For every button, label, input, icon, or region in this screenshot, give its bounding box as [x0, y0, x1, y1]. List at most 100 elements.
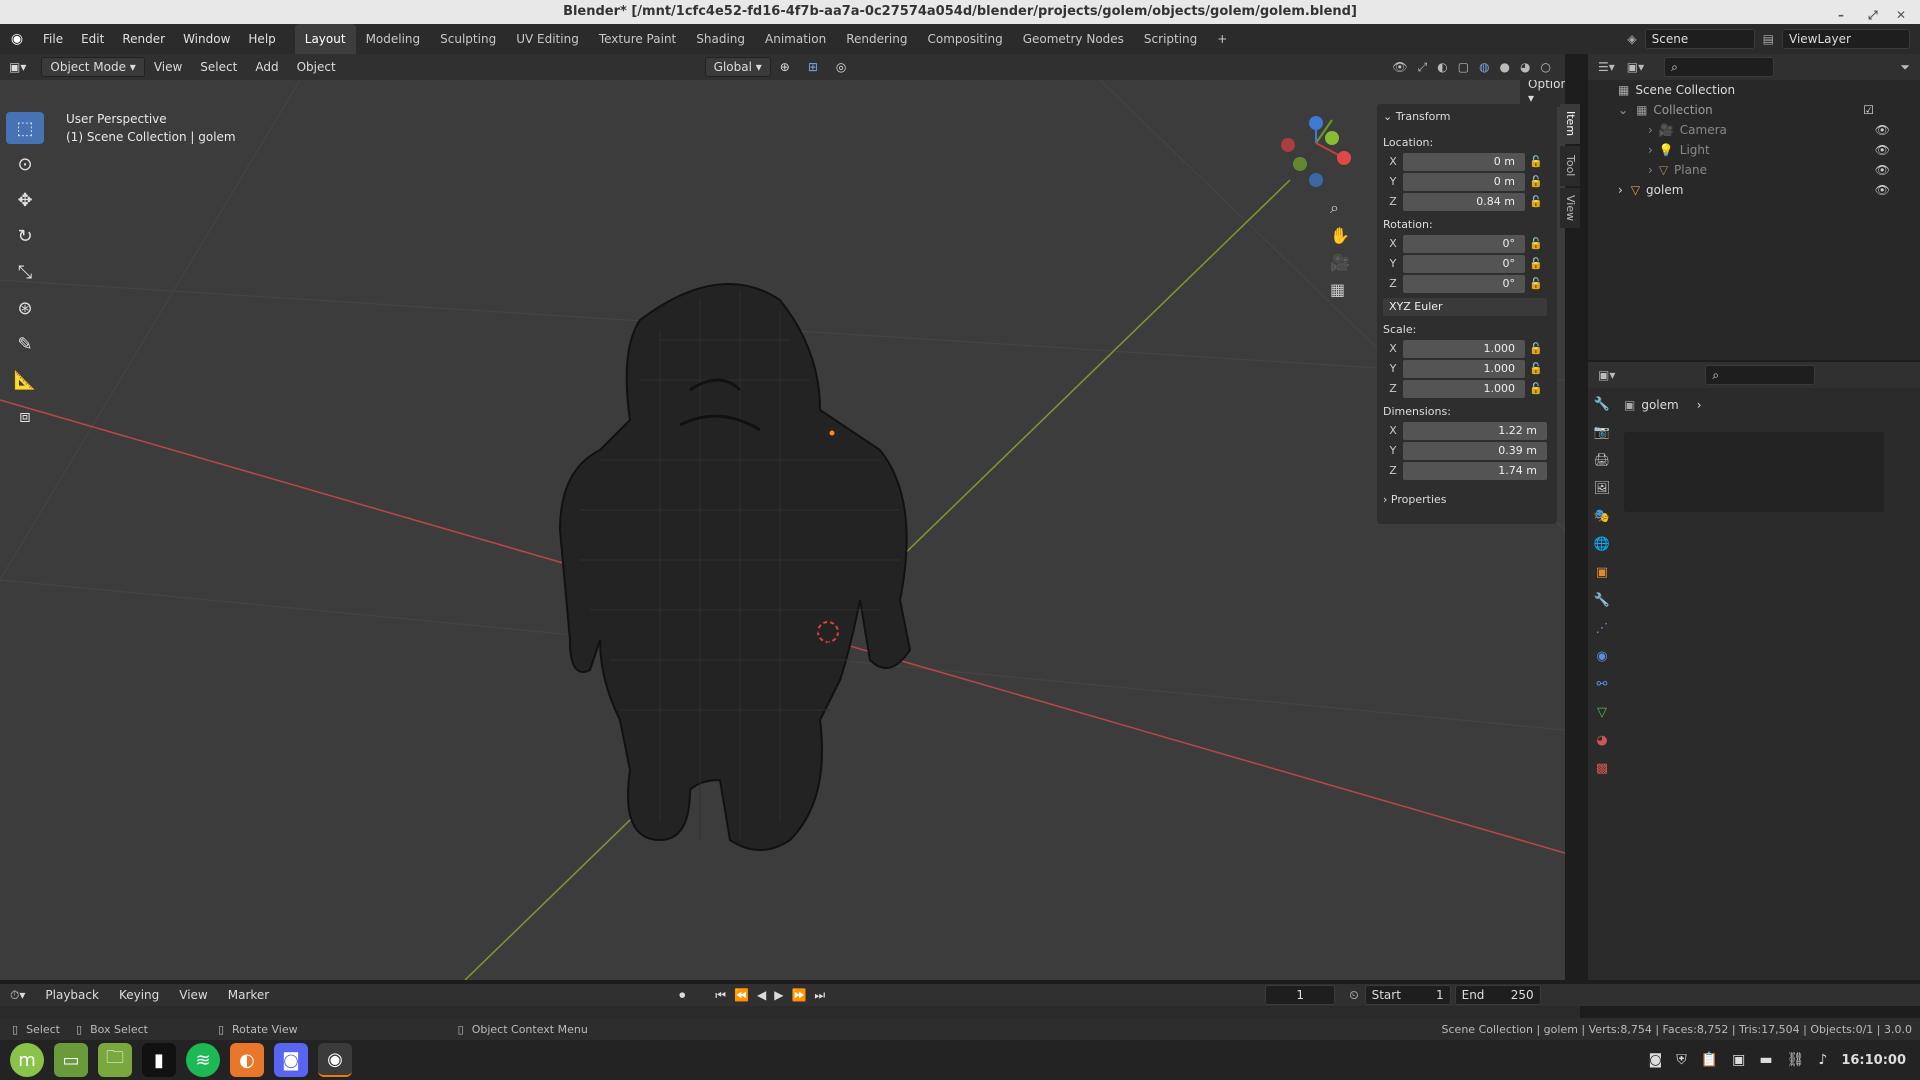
lock-icon[interactable]: 🔓	[1525, 237, 1547, 250]
rendered-shading-icon[interactable]: ○	[1541, 60, 1551, 75]
properties-search-input[interactable]: ⌕	[1705, 365, 1816, 385]
lock-icon[interactable]: 🔓	[1525, 342, 1547, 355]
lock-icon[interactable]: 🔓	[1525, 155, 1547, 168]
add-cube-tool-icon[interactable]: ⧈	[6, 400, 44, 432]
rotation-mode-dropdown[interactable]: XYZ Euler	[1383, 297, 1547, 316]
updates-icon[interactable]: ▣	[1732, 1052, 1745, 1068]
clipboard-icon[interactable]: 📋	[1701, 1052, 1718, 1068]
end-frame-field[interactable]: End 250	[1454, 985, 1541, 1005]
golem-mesh[interactable]	[558, 283, 912, 851]
record-icon[interactable]: ⏺	[679, 988, 685, 1003]
3d-viewport[interactable]: User Perspective (1) Scene Collection | …	[0, 80, 1565, 980]
tab-scripting[interactable]: Scripting	[1134, 24, 1207, 54]
proportional-edit-icon[interactable]: ◎	[827, 60, 855, 74]
rotate-tool-icon[interactable]: ↻	[6, 220, 44, 252]
eye-icon[interactable]: 👁	[1875, 140, 1890, 160]
rotation-y-field[interactable]: 0°	[1403, 254, 1525, 273]
material-shading-icon[interactable]: ◕	[1520, 60, 1530, 75]
physics-props-icon[interactable]: ◉	[1588, 642, 1616, 670]
menu-object[interactable]: Object	[288, 60, 345, 74]
menu-timeline-view[interactable]: View	[169, 988, 217, 1002]
tab-animation[interactable]: Animation	[755, 24, 836, 54]
object-props-icon[interactable]: ▣	[1588, 558, 1616, 586]
cursor-tool-icon[interactable]: ⊙	[6, 148, 44, 180]
lock-icon[interactable]: 🔓	[1525, 257, 1547, 270]
options-dropdown[interactable]: Options ▾	[1520, 80, 1565, 107]
modifier-props-icon[interactable]: 🔧	[1588, 586, 1616, 614]
menu-marker[interactable]: Marker	[218, 988, 279, 1002]
menu-edit[interactable]: Edit	[72, 32, 113, 46]
transform-header[interactable]: ⌄ Transform	[1377, 104, 1557, 126]
scale-x-field[interactable]: 1.000	[1403, 339, 1525, 358]
flag-icon[interactable]: ▬	[1759, 1052, 1772, 1068]
menu-window[interactable]: Window	[174, 32, 239, 46]
particles-props-icon[interactable]: ⋰	[1588, 614, 1616, 642]
tab-rendering[interactable]: Rendering	[836, 24, 917, 54]
timeline-scrubber[interactable]	[0, 1006, 1580, 1018]
gizmo-toggle-icon[interactable]: ⤢	[1418, 60, 1428, 75]
sound-icon[interactable]: ♪	[1818, 1052, 1827, 1068]
solid-shading-icon[interactable]: ●	[1500, 60, 1510, 75]
current-frame-field[interactable]: 1	[1265, 985, 1336, 1005]
measure-tool-icon[interactable]: 📐	[6, 364, 44, 396]
properties-list-area[interactable]	[1624, 432, 1884, 512]
tool-props-icon[interactable]: 🔧	[1588, 390, 1616, 418]
outliner-item-camera[interactable]: › 🎥 Camera 👁	[1588, 120, 1920, 140]
layers-icon[interactable]: ▤	[1763, 32, 1774, 46]
editor-type-icon[interactable]: ▣▾	[0, 60, 35, 74]
ortho-grid-icon[interactable]: ▦	[1330, 280, 1350, 299]
outliner-search-input[interactable]: ⌕	[1664, 57, 1775, 77]
orientation-dropdown[interactable]: Global ▾	[704, 57, 771, 77]
next-keyframe-icon[interactable]: ⏩	[791, 988, 806, 1002]
jump-start-icon[interactable]: ⏮	[715, 988, 726, 1003]
jump-end-icon[interactable]: ⏭	[814, 988, 825, 1003]
checkbox-icon[interactable]: ☑	[1863, 100, 1874, 120]
move-tool-icon[interactable]: ✥	[6, 184, 44, 216]
tab-sculpting[interactable]: Sculpting	[430, 24, 506, 54]
data-props-icon[interactable]: ▽	[1588, 698, 1616, 726]
outliner-collection[interactable]: ⌄ ▦ Collection ☑	[1588, 100, 1920, 120]
lock-icon[interactable]: 🔓	[1525, 382, 1547, 395]
navigation-gizmo[interactable]	[1281, 116, 1351, 187]
play-icon[interactable]: ▶	[774, 988, 783, 1002]
clock[interactable]: 16:10:00	[1841, 1053, 1906, 1068]
display-mode-icon[interactable]: ☰▾	[1598, 60, 1615, 74]
tab-layout[interactable]: Layout	[294, 24, 356, 54]
location-z-field[interactable]: 0.84 m	[1403, 192, 1525, 211]
tab-geometry-nodes[interactable]: Geometry Nodes	[1013, 24, 1134, 54]
discord-tray-icon[interactable]: ◙	[1649, 1052, 1663, 1068]
scale-z-field[interactable]: 1.000	[1403, 379, 1525, 398]
camera-view-icon[interactable]: 🎥	[1330, 253, 1350, 272]
tab-item[interactable]: Item	[1560, 104, 1580, 144]
scale-y-field[interactable]: 1.000	[1403, 359, 1525, 378]
tab-tool[interactable]: Tool	[1560, 146, 1580, 186]
outliner-item-golem[interactable]: › ▽ golem 👁	[1588, 180, 1920, 200]
wireframe-shading-icon[interactable]: ◍	[1479, 60, 1489, 75]
zoom-icon[interactable]: ⌕	[1330, 198, 1350, 218]
blender-logo-icon[interactable]: ◉	[0, 31, 34, 47]
location-y-field[interactable]: 0 m	[1403, 172, 1525, 191]
view-layer-selector[interactable]: ViewLayer	[1782, 29, 1910, 49]
scale-tool-icon[interactable]: ⤡	[6, 256, 44, 288]
eye-icon[interactable]: 👁	[1875, 120, 1890, 140]
snap-icon[interactable]: ⊞	[799, 60, 827, 74]
output-props-icon[interactable]: 🖨	[1588, 446, 1616, 474]
scene-selector[interactable]: Scene	[1644, 29, 1755, 49]
menu-help[interactable]: Help	[239, 32, 284, 46]
scene-icon[interactable]: ◈	[1627, 32, 1636, 46]
world-props-icon[interactable]: 🌐	[1588, 530, 1616, 558]
tab-texture-paint[interactable]: Texture Paint	[589, 24, 686, 54]
lock-icon[interactable]: 🔓	[1525, 195, 1547, 208]
menu-file[interactable]: File	[34, 32, 72, 46]
lock-icon[interactable]: 🔓	[1525, 175, 1547, 188]
start-frame-field[interactable]: Start 1	[1364, 985, 1451, 1005]
menu-view[interactable]: View	[145, 60, 191, 74]
location-x-field[interactable]: 0 m	[1403, 152, 1525, 171]
overlay-toggle-icon[interactable]: ◐	[1437, 60, 1447, 75]
firefox-icon[interactable]: ◐	[230, 1043, 264, 1077]
blender-taskbar-icon[interactable]: ◉	[318, 1043, 352, 1077]
mode-dropdown[interactable]: Object Mode ▾	[41, 57, 145, 77]
menu-playback[interactable]: Playback	[35, 988, 109, 1002]
annotate-tool-icon[interactable]: ✎	[6, 328, 44, 360]
menu-keying[interactable]: Keying	[109, 988, 169, 1002]
